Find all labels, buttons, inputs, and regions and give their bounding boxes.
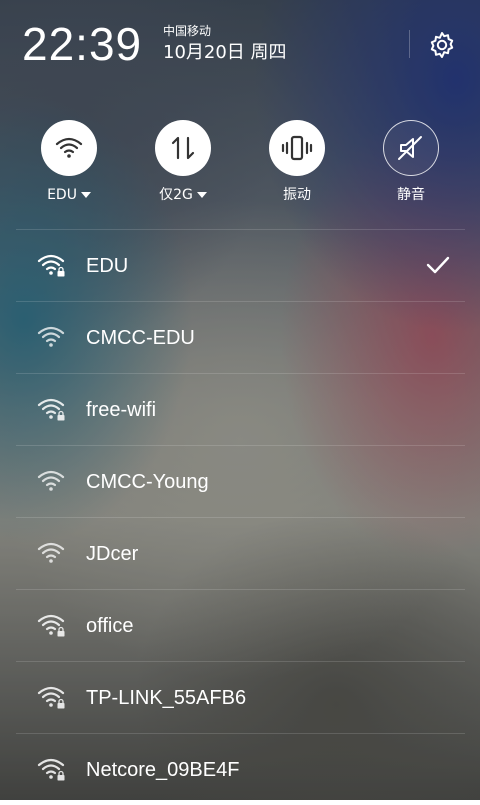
wifi-signal-icon: [37, 254, 65, 277]
header-divider: [409, 30, 410, 58]
lock-icon: [57, 266, 65, 277]
mute-toggle[interactable]: 静音: [361, 120, 461, 210]
wifi-toggle-label: EDU: [47, 187, 77, 203]
vibrate-icon: [281, 135, 313, 161]
wifi-ssid: office: [86, 615, 134, 637]
wifi-network-row-8[interactable]: Netcore_09BE4F: [16, 733, 465, 805]
wifi-network-row-6[interactable]: office: [16, 589, 465, 661]
wifi-ssid: CMCC-EDU: [86, 327, 195, 349]
wifi-toggle-button[interactable]: [41, 120, 97, 176]
wifi-network-list: EDU CMCC-EDU free-wifi CMCC-Young JDcer …: [16, 229, 465, 805]
mobile-data-label-row[interactable]: 仅2G: [133, 186, 233, 204]
vibrate-label: 振动: [283, 187, 311, 203]
settings-gear-icon[interactable]: [427, 30, 457, 60]
lock-icon: [57, 698, 65, 709]
wifi-ssid: JDcer: [86, 543, 139, 565]
chevron-down-icon: [80, 192, 91, 198]
wifi-signal-icon: [37, 686, 65, 709]
lock-icon: [57, 410, 65, 421]
wifi-ssid: CMCC-Young: [86, 471, 209, 493]
mobile-data-toggle-button[interactable]: [155, 120, 211, 176]
vibrate-toggle[interactable]: 振动: [247, 120, 347, 210]
mute-icon: [398, 136, 422, 160]
wifi-signal-icon: [37, 326, 65, 347]
wifi-ssid: free-wifi: [86, 399, 157, 421]
wifi-icon: [55, 137, 83, 158]
wifi-signal-icon: [37, 542, 65, 563]
wifi-network-row-3[interactable]: free-wifi: [16, 373, 465, 445]
wifi-ssid: Netcore_09BE4F: [86, 759, 240, 781]
wifi-signal-icon: [37, 398, 65, 421]
wifi-signal-icon: [37, 758, 65, 781]
mobile-data-toggle[interactable]: 仅2G: [133, 120, 233, 210]
mute-label: 静音: [397, 187, 425, 203]
wifi-network-row-7[interactable]: TP-LINK_55AFB6: [16, 661, 465, 733]
vibrate-toggle-button[interactable]: [269, 120, 325, 176]
lock-icon: [57, 626, 65, 637]
wifi-network-row-5[interactable]: JDcer: [16, 517, 465, 589]
wifi-signal-icon: [37, 470, 65, 491]
wifi-signal-icon: [37, 614, 65, 637]
mobile-data-label: 仅2G: [159, 187, 193, 203]
vibrate-label-row: 振动: [247, 186, 347, 204]
data-transfer-icon: [171, 136, 195, 160]
mute-toggle-button[interactable]: [383, 120, 439, 176]
clock: 22:39: [22, 18, 143, 70]
wifi-network-row-4[interactable]: CMCC-Young: [16, 445, 465, 517]
date: 10月20日 周四: [163, 42, 287, 63]
lock-icon: [57, 770, 65, 781]
carrier-name: 中国移动: [163, 24, 212, 38]
wifi-toggle-label-row[interactable]: EDU: [19, 186, 119, 204]
wifi-ssid: EDU: [86, 255, 129, 277]
wifi-ssid: TP-LINK_55AFB6: [86, 687, 247, 709]
wifi-toggle[interactable]: EDU: [19, 120, 119, 210]
mute-label-row: 静音: [361, 186, 461, 204]
chevron-down-icon: [196, 192, 207, 198]
connected-check-icon: [426, 256, 450, 274]
wifi-network-row-2[interactable]: CMCC-EDU: [16, 301, 465, 373]
wifi-network-row-1[interactable]: EDU: [16, 229, 465, 301]
